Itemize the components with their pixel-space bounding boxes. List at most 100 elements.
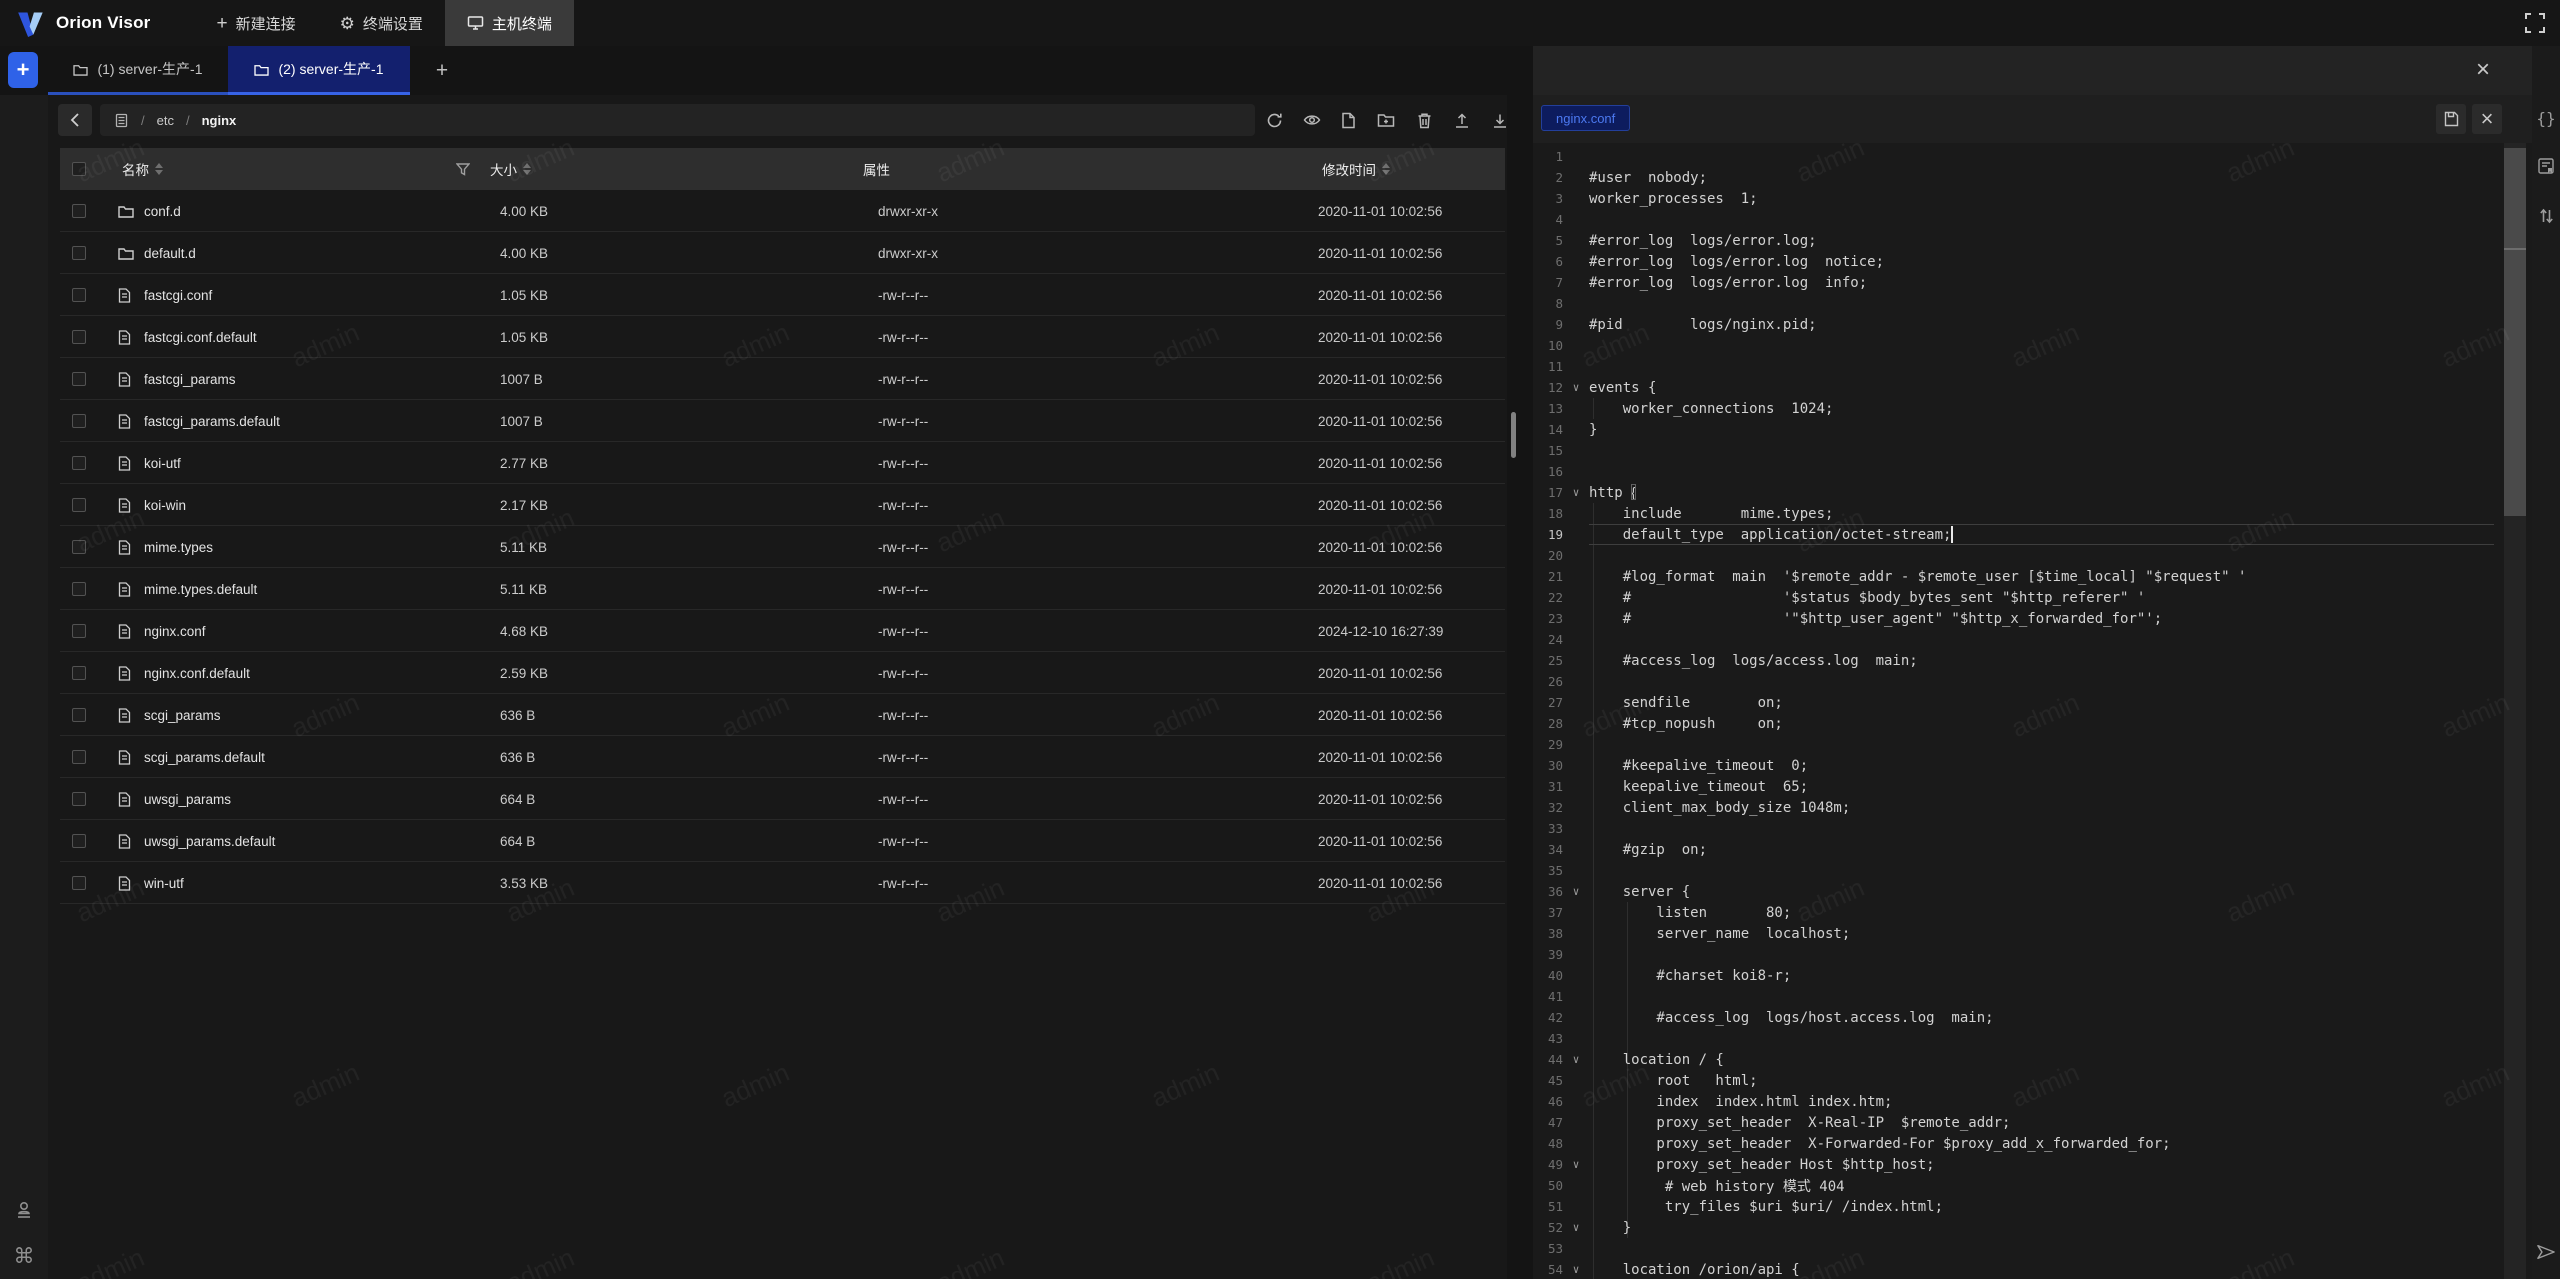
split-drag-handle[interactable] bbox=[1511, 412, 1516, 458]
code-line[interactable]: 28 #tcp_nopush on; bbox=[1533, 713, 2536, 734]
code-line[interactable]: 10 bbox=[1533, 335, 2536, 356]
row-checkbox[interactable] bbox=[72, 204, 86, 218]
code-line[interactable]: 47 proxy_set_header X-Real-IP $remote_ad… bbox=[1533, 1112, 2536, 1133]
table-row[interactable]: mime.types.default 5.11 KB -rw-r--r-- 20… bbox=[60, 568, 1505, 610]
code-line[interactable]: 36∨ server { bbox=[1533, 881, 2536, 902]
sort-carets-icon[interactable] bbox=[1382, 163, 1390, 175]
code-line[interactable]: 16 bbox=[1533, 461, 2536, 482]
file-name[interactable]: win-utf bbox=[144, 862, 184, 904]
row-checkbox[interactable] bbox=[72, 876, 86, 890]
code-line[interactable]: 25 #access_log logs/access.log main; bbox=[1533, 650, 2536, 671]
code-line[interactable]: 18 include mime.types; bbox=[1533, 503, 2536, 524]
row-checkbox[interactable] bbox=[72, 750, 86, 764]
code-line[interactable]: 45 root html; bbox=[1533, 1070, 2536, 1091]
breadcrumb-segment-nginx[interactable]: nginx bbox=[202, 113, 237, 128]
code-line[interactable]: 35 bbox=[1533, 860, 2536, 881]
code-line[interactable]: 12∨events { bbox=[1533, 377, 2536, 398]
fold-chevron-icon[interactable]: ∨ bbox=[1563, 381, 1589, 394]
breadcrumb[interactable]: / etc / nginx bbox=[100, 104, 1255, 136]
code-line[interactable]: 43 bbox=[1533, 1028, 2536, 1049]
file-name[interactable]: fastcgi_params.default bbox=[144, 400, 280, 442]
code-line[interactable]: 23 # '"$http_user_agent" "$http_x_forwar… bbox=[1533, 608, 2536, 629]
fold-chevron-icon[interactable]: ∨ bbox=[1563, 1263, 1589, 1276]
new-file-icon[interactable] bbox=[1333, 104, 1363, 136]
code-line[interactable]: 13 worker_connections 1024; bbox=[1533, 398, 2536, 419]
fold-chevron-icon[interactable]: ∨ bbox=[1563, 1158, 1589, 1171]
table-row[interactable]: uwsgi_params 664 B -rw-r--r-- 2020-11-01… bbox=[60, 778, 1505, 820]
code-line[interactable]: 49∨ proxy_set_header Host $http_host; bbox=[1533, 1154, 2536, 1175]
row-checkbox[interactable] bbox=[72, 288, 86, 302]
editor-braces-icon[interactable]: {} bbox=[2532, 104, 2560, 132]
code-line[interactable]: 38 server_name localhost; bbox=[1533, 923, 2536, 944]
file-inspect-icon[interactable] bbox=[2532, 152, 2560, 180]
code-line[interactable]: 6#error_log logs/error.log notice; bbox=[1533, 251, 2536, 272]
column-header-mtime[interactable]: 修改时间 bbox=[1322, 148, 1390, 190]
table-row[interactable]: conf.d 4.00 KB drwxr-xr-x 2020-11-01 10:… bbox=[60, 190, 1505, 232]
row-checkbox[interactable] bbox=[72, 414, 86, 428]
save-button[interactable] bbox=[2436, 104, 2466, 134]
row-checkbox[interactable] bbox=[72, 456, 86, 470]
table-row[interactable]: fastcgi.conf 1.05 KB -rw-r--r-- 2020-11-… bbox=[60, 274, 1505, 316]
code-line[interactable]: 19 default_type application/octet-stream… bbox=[1533, 524, 2536, 545]
terminal-tab-1[interactable]: (1) server-生产-1 bbox=[48, 46, 228, 95]
code-line[interactable]: 29 bbox=[1533, 734, 2536, 755]
code-line[interactable]: 26 bbox=[1533, 671, 2536, 692]
code-line[interactable]: 27 sendfile on; bbox=[1533, 692, 2536, 713]
table-row[interactable]: scgi_params.default 636 B -rw-r--r-- 202… bbox=[60, 736, 1505, 778]
code-area[interactable]: 12#user nobody;3worker_processes 1;45#er… bbox=[1533, 143, 2536, 1279]
fold-chevron-icon[interactable]: ∨ bbox=[1563, 885, 1589, 898]
table-row[interactable]: scgi_params 636 B -rw-r--r-- 2020-11-01 … bbox=[60, 694, 1505, 736]
menu-host-terminal[interactable]: 主机终端 bbox=[445, 0, 574, 46]
code-line[interactable]: 15 bbox=[1533, 440, 2536, 461]
file-name[interactable]: fastcgi_params bbox=[144, 358, 236, 400]
code-line[interactable]: 7#error_log logs/error.log info; bbox=[1533, 272, 2536, 293]
send-command-icon[interactable] bbox=[2532, 1238, 2560, 1266]
file-name[interactable]: fastcgi.conf.default bbox=[144, 316, 257, 358]
row-checkbox[interactable] bbox=[72, 792, 86, 806]
code-line[interactable]: 33 bbox=[1533, 818, 2536, 839]
file-name[interactable]: nginx.conf bbox=[144, 610, 206, 652]
code-line[interactable]: 4 bbox=[1533, 209, 2536, 230]
terminal-tab-2-active[interactable]: (2) server-生产-1 bbox=[228, 46, 410, 95]
code-line[interactable]: 40 #charset koi8-r; bbox=[1533, 965, 2536, 986]
code-line[interactable]: 21 #log_format main '$remote_addr - $rem… bbox=[1533, 566, 2536, 587]
file-name[interactable]: scgi_params.default bbox=[144, 736, 265, 778]
menu-new-connection[interactable]: + 新建连接 bbox=[194, 0, 317, 46]
code-line[interactable]: 52∨ } bbox=[1533, 1217, 2536, 1238]
delete-trash-icon[interactable] bbox=[1409, 104, 1439, 136]
column-header-attr[interactable]: 属性 bbox=[863, 148, 890, 190]
code-line[interactable]: 24 bbox=[1533, 629, 2536, 650]
scrollbar-thumb[interactable] bbox=[2504, 148, 2526, 516]
file-name[interactable]: uwsgi_params bbox=[144, 778, 231, 820]
upload-icon[interactable] bbox=[1447, 104, 1477, 136]
code-line[interactable]: 2#user nobody; bbox=[1533, 167, 2536, 188]
table-row[interactable]: default.d 4.00 KB drwxr-xr-x 2020-11-01 … bbox=[60, 232, 1505, 274]
filter-icon[interactable] bbox=[456, 148, 470, 190]
row-checkbox[interactable] bbox=[72, 624, 86, 638]
code-line[interactable]: 11 bbox=[1533, 356, 2536, 377]
table-row[interactable]: fastcgi_params 1007 B -rw-r--r-- 2020-11… bbox=[60, 358, 1505, 400]
select-all-checkbox[interactable] bbox=[72, 162, 86, 176]
code-line[interactable]: 41 bbox=[1533, 986, 2536, 1007]
code-line[interactable]: 5#error_log logs/error.log; bbox=[1533, 230, 2536, 251]
code-line[interactable]: 34 #gzip on; bbox=[1533, 839, 2536, 860]
code-line[interactable]: 31 keepalive_timeout 65; bbox=[1533, 776, 2536, 797]
code-line[interactable]: 51 try_files $uri $uri/ /index.html; bbox=[1533, 1196, 2536, 1217]
table-row[interactable]: win-utf 3.53 KB -rw-r--r-- 2020-11-01 10… bbox=[60, 862, 1505, 904]
code-line[interactable]: 39 bbox=[1533, 944, 2536, 965]
code-line[interactable]: 17∨http { bbox=[1533, 482, 2536, 503]
code-line[interactable]: 53 bbox=[1533, 1238, 2536, 1259]
code-line[interactable]: 32 client_max_body_size 1048m; bbox=[1533, 797, 2536, 818]
code-line[interactable]: 20 bbox=[1533, 545, 2536, 566]
sort-carets-icon[interactable] bbox=[523, 163, 531, 175]
table-row[interactable]: uwsgi_params.default 664 B -rw-r--r-- 20… bbox=[60, 820, 1505, 862]
table-row[interactable]: nginx.conf.default 2.59 KB -rw-r--r-- 20… bbox=[60, 652, 1505, 694]
editor-scrollbar[interactable] bbox=[2504, 143, 2526, 1279]
code-line[interactable]: 50 # web history 模式 404 bbox=[1533, 1175, 2536, 1196]
row-checkbox[interactable] bbox=[72, 708, 86, 722]
show-hidden-eye-icon[interactable] bbox=[1297, 104, 1327, 136]
row-checkbox[interactable] bbox=[72, 372, 86, 386]
code-line[interactable]: 44∨ location / { bbox=[1533, 1049, 2536, 1070]
table-row[interactable]: nginx.conf 4.68 KB -rw-r--r-- 2024-12-10… bbox=[60, 610, 1505, 652]
transfer-sort-icon[interactable] bbox=[2532, 202, 2560, 230]
